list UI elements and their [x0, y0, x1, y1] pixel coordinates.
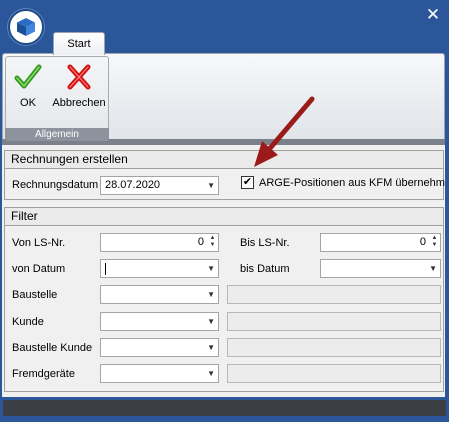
kunde-description-field [227, 312, 441, 331]
cancel-label: Abbrechen [52, 97, 106, 109]
baustelle-kunde-dropdown[interactable]: ▼ [100, 338, 219, 357]
rechnungsdatum-date-field[interactable]: 28.07.2020 ▼ [100, 176, 219, 195]
ok-label: OK [20, 97, 36, 109]
von-datum-field[interactable]: ▼ [100, 259, 219, 278]
chevron-down-icon[interactable]: ▼ [207, 313, 215, 330]
ribbon-group-label: Allgemein [5, 128, 109, 141]
spinner-arrows-icon[interactable]: ▲ ▼ [209, 235, 216, 250]
kunde-label: Kunde [12, 316, 44, 328]
von-ls-label: Von LS-Nr. [12, 237, 66, 249]
chevron-down-icon[interactable]: ▼ [207, 339, 215, 356]
chevron-down-icon[interactable]: ▼ [207, 177, 215, 194]
bis-ls-value: 0 [419, 236, 426, 248]
annotation-arrow-icon [254, 96, 315, 167]
text-caret [105, 263, 106, 275]
von-ls-spinner[interactable]: 0 ▲ ▼ [100, 233, 219, 252]
tab-start[interactable]: Start [53, 32, 105, 55]
bis-datum-label: bis Datum [240, 263, 290, 275]
baustelle-kunde-description-field [227, 338, 441, 357]
status-strip [3, 400, 446, 416]
rechnungen-group: Rechnungen erstellen [4, 150, 444, 200]
title-bar[interactable] [0, 0, 449, 30]
filter-header: Filter [5, 208, 443, 226]
baustelle-label: Baustelle [12, 289, 58, 301]
chevron-down-icon[interactable]: ▼ [207, 286, 215, 303]
bis-ls-label: Bis LS-Nr. [240, 237, 290, 249]
fremdgeraete-description-field [227, 364, 441, 383]
rechnungsdatum-value: 28.07.2020 [105, 179, 161, 191]
rechnungsdatum-label: Rechnungsdatum [12, 179, 99, 191]
kunde-dropdown[interactable]: ▼ [100, 312, 219, 331]
baustelle-dropdown[interactable]: ▼ [100, 285, 219, 304]
arge-checkbox[interactable]: ✔ [241, 176, 254, 189]
checkmark-icon [14, 64, 42, 89]
von-ls-value: 0 [197, 236, 204, 248]
baustelle-kunde-label: Baustelle Kunde [12, 342, 93, 354]
bis-datum-field[interactable]: ▼ [320, 259, 441, 278]
von-datum-label: von Datum [12, 263, 66, 275]
red-x-icon [67, 64, 91, 90]
arge-checkbox-label: ARGE-Positionen aus KFM übernehm [259, 177, 445, 189]
chevron-down-icon[interactable]: ▼ [207, 260, 215, 277]
rechnungen-header: Rechnungen erstellen [5, 151, 443, 169]
ok-button[interactable]: OK [10, 62, 46, 109]
application-window: ✕ Start OK Abbrechen Allgemein Rechnunge… [0, 0, 449, 422]
chevron-down-icon[interactable]: ▼ [207, 365, 215, 382]
chevron-down-icon[interactable]: ▼ [429, 260, 437, 277]
app-cube-icon[interactable] [8, 9, 44, 45]
fremdgeraete-dropdown[interactable]: ▼ [100, 364, 219, 383]
spinner-arrows-icon[interactable]: ▲ ▼ [431, 235, 438, 250]
fremdgeraete-label: Fremdgeräte [12, 368, 75, 380]
cancel-button[interactable]: Abbrechen [50, 62, 108, 109]
close-button[interactable]: ✕ [422, 4, 444, 26]
baustelle-description-field [227, 285, 441, 304]
bis-ls-spinner[interactable]: 0 ▲ ▼ [320, 233, 441, 252]
